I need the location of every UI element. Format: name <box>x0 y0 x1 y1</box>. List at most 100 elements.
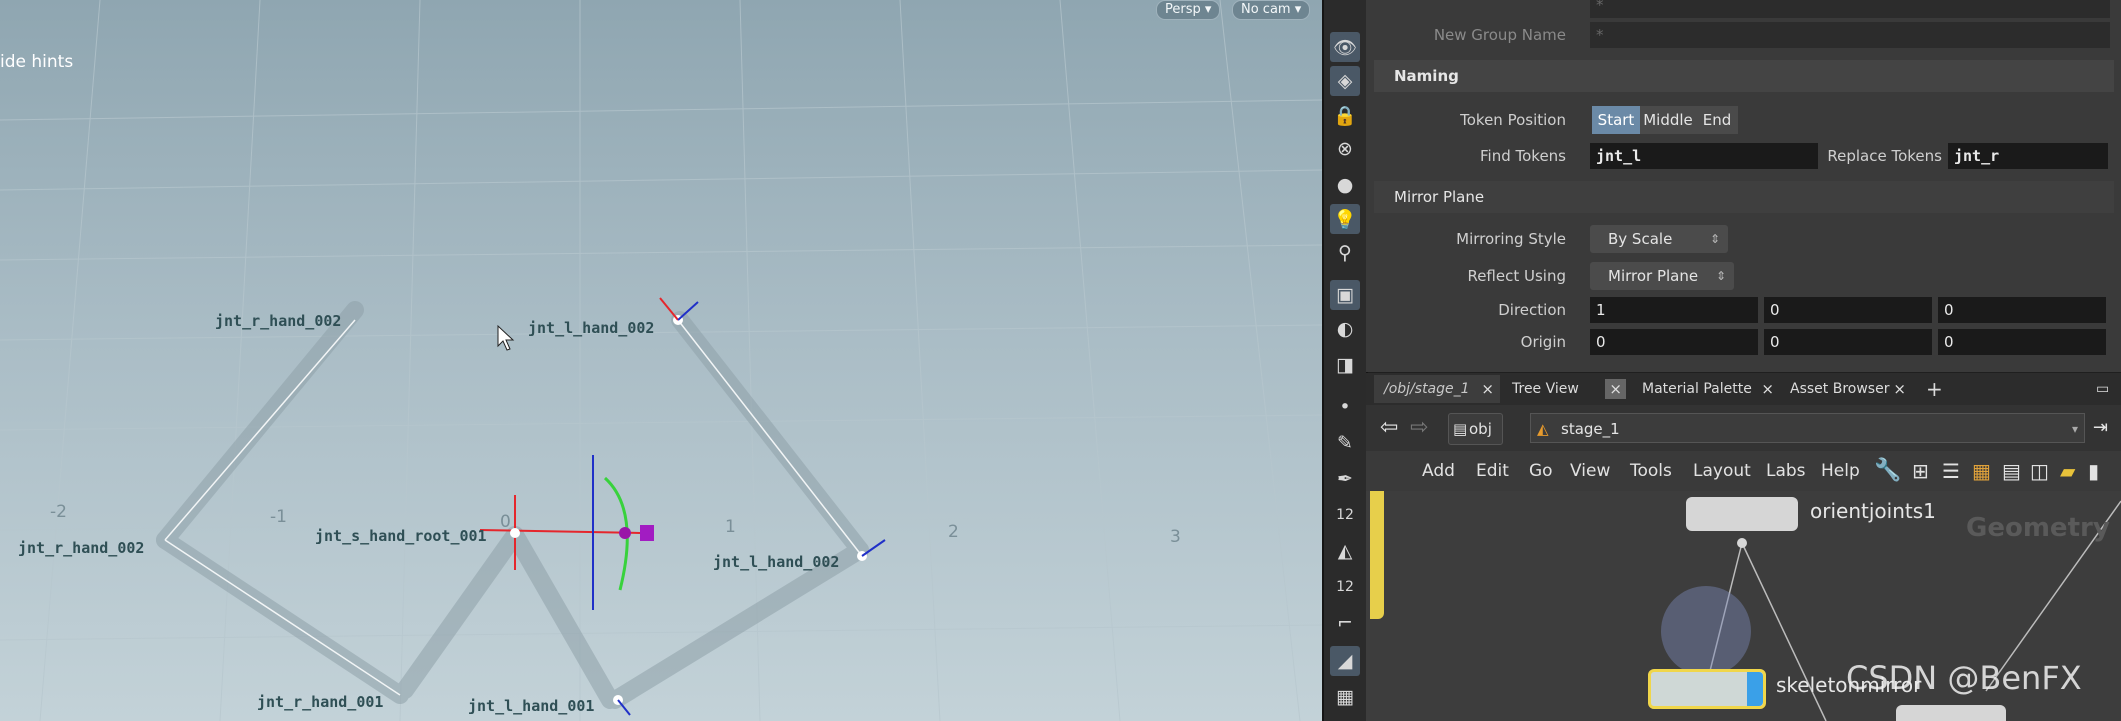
camera-view-icon[interactable]: ◨ <box>1330 350 1360 380</box>
list-icon[interactable]: ☰ <box>1942 451 1960 491</box>
viewport-scene[interactable]: -2 -1 0 1 2 3 jnt_r_hand_002 jnt_l_hand_… <box>0 0 1322 721</box>
rename-group-field[interactable]: * <box>1590 0 2110 18</box>
tab-asset-browser[interactable]: Asset Browser × <box>1780 375 1912 403</box>
sphere-icon[interactable]: ● <box>1330 170 1360 200</box>
tree-icon[interactable]: ⊞ <box>1912 451 1929 491</box>
light-icon[interactable]: 💡 <box>1330 204 1360 234</box>
display-flag[interactable] <box>1747 672 1763 706</box>
reflect-using-menu[interactable]: Mirror Plane ⇕ <box>1590 262 1734 290</box>
joint-bones <box>156 301 869 709</box>
tab-tree-view[interactable]: Tree View × <box>1502 375 1632 403</box>
origin-z-field[interactable]: 0 <box>1938 329 2106 355</box>
naming-section-header[interactable]: Naming <box>1374 60 2114 92</box>
close-icon[interactable]: × <box>1605 379 1626 399</box>
dot-icon[interactable]: • <box>1330 392 1360 422</box>
mirroring-style-menu[interactable]: By Scale ⇕ <box>1590 225 1728 253</box>
checker-icon[interactable]: ▦ <box>1330 682 1360 712</box>
new-group-name-label: New Group Name <box>1433 26 1566 44</box>
more-icon[interactable]: ▮ <box>2088 451 2099 491</box>
sticky-note-icon[interactable]: ▰ <box>2060 451 2075 491</box>
display-icon[interactable]: ▣ <box>1330 280 1360 310</box>
replace-tokens-input[interactable]: jnt_r <box>1948 143 2108 169</box>
mirror-plane-section-header[interactable]: Mirror Plane <box>1374 181 2114 213</box>
pen-icon[interactable]: ✒ <box>1330 464 1360 494</box>
menu-edit[interactable]: Edit <box>1476 451 1509 491</box>
menu-labs[interactable]: Labs <box>1766 451 1806 491</box>
reflect-using-label: Reflect Using <box>1467 267 1566 285</box>
origin-y-field[interactable]: 0 <box>1764 329 1932 355</box>
updown-arrow-icon: ⇕ <box>1709 232 1720 246</box>
joint-label: jnt_l_hand_002 <box>713 553 839 571</box>
back-arrow-icon[interactable]: ⇦ <box>1380 413 1398 443</box>
origin-x-field[interactable]: 0 <box>1590 329 1758 355</box>
reflect-using-value: Mirror Plane <box>1608 267 1699 285</box>
eye-icon[interactable]: 👁 <box>1330 32 1360 62</box>
token-end-button[interactable]: End <box>1696 106 1738 134</box>
camera-select-button[interactable]: No cam ▾ <box>1232 0 1311 20</box>
token-middle-button[interactable]: Middle <box>1640 106 1696 134</box>
find-tokens-label: Find Tokens <box>1480 147 1566 165</box>
camera-icon[interactable]: ◈ <box>1330 66 1360 96</box>
menu-tools[interactable]: Tools <box>1630 451 1672 491</box>
direction-y-field[interactable]: 0 <box>1764 297 1932 323</box>
replace-tokens-label: Replace Tokens <box>1827 147 1942 165</box>
chevron-down-icon: ▾ <box>2071 422 2078 436</box>
menu-go[interactable]: Go <box>1529 451 1553 491</box>
node-partial[interactable] <box>1896 705 2006 721</box>
node-orientjoints1[interactable] <box>1686 497 1798 531</box>
joint-label: jnt_r_hand_002 <box>215 312 341 330</box>
camera-persp-button[interactable]: Persp ▾ <box>1156 0 1221 20</box>
network-menu-bar: Add Edit Go View Tools Layout Labs Help … <box>1366 451 2121 491</box>
close-icon[interactable]: × <box>1761 375 1774 403</box>
node-label: orientjoints1 <box>1810 499 1936 523</box>
viewport-3d[interactable]: -2 -1 0 1 2 3 jnt_r_hand_002 jnt_l_hand_… <box>0 0 1322 721</box>
menu-help[interactable]: Help <box>1821 451 1860 491</box>
path-current-dropdown[interactable]: ◭ stage_1 ▾ <box>1530 413 2085 443</box>
wrench-icon[interactable]: 🔧 <box>1874 451 1901 491</box>
grid-icon[interactable]: ▤ <box>2002 451 2021 491</box>
mouse-cursor <box>497 324 515 351</box>
node-skeletonmirror[interactable] <box>1648 669 1766 709</box>
direction-label: Direction <box>1498 301 1566 319</box>
token-start-button[interactable]: Start <box>1592 106 1640 134</box>
context-label: Geometry <box>1966 513 2110 543</box>
pin-icon[interactable]: ⇥ <box>2093 413 2108 443</box>
menu-layout[interactable]: Layout <box>1693 451 1751 491</box>
close-icon[interactable]: × <box>1893 375 1906 403</box>
direction-z-field[interactable]: 0 <box>1938 297 2106 323</box>
point-light-icon[interactable]: ⚲ <box>1330 238 1360 268</box>
tab-material-palette[interactable]: Material Palette × <box>1632 375 1780 403</box>
tab-label: Asset Browser <box>1790 381 1890 397</box>
add-tab-button[interactable]: + <box>1916 375 1944 403</box>
eraser-icon[interactable]: ◭ <box>1330 536 1360 566</box>
find-tokens-input[interactable]: jnt_l <box>1590 143 1818 169</box>
axis-number-0: 0 <box>500 512 511 532</box>
menu-view[interactable]: View <box>1570 451 1610 491</box>
palette-icon[interactable]: ▦ <box>1972 451 1991 491</box>
camera-persp-label: Persp <box>1165 2 1201 17</box>
close-icon[interactable]: × <box>1481 375 1494 403</box>
number-12-icon[interactable]: 12 <box>1330 500 1360 530</box>
forward-arrow-icon[interactable]: ⇨ <box>1410 413 1428 443</box>
tab-label: /obj/stage_1 <box>1384 381 1470 397</box>
menu-add[interactable]: Add <box>1422 451 1455 491</box>
new-group-name-field[interactable]: * <box>1590 22 2110 48</box>
angle-icon[interactable]: ⌐ <box>1330 608 1360 638</box>
network-editor[interactable]: orientjoints1 Geometry skeletonmirror CS… <box>1366 491 2121 721</box>
number-12b-icon[interactable]: 12 <box>1330 572 1360 602</box>
geometry-object-icon: ◭ <box>1537 420 1549 438</box>
visibility-icon[interactable]: ◐ <box>1330 314 1360 344</box>
joint-label: jnt_r_hand_002 <box>18 539 144 557</box>
path-root-button[interactable]: ▤ obj <box>1448 413 1503 445</box>
lock-icon[interactable]: 🔒 <box>1330 100 1360 130</box>
viewport-toolbar: 👁 ◈ 🔒 ⊗ ● 💡 ⚲ ▣ ◐ ◨ • ✎ ✒ 12 ◭ 12 ⌐ ◢ ▦ <box>1322 0 1368 721</box>
layout-icon[interactable]: ◫ <box>2030 451 2049 491</box>
shape-icon[interactable]: ◢ <box>1330 646 1360 676</box>
direction-x-field[interactable]: 1 <box>1590 297 1758 323</box>
tab-network-stage[interactable]: /obj/stage_1 × <box>1374 375 1500 403</box>
pane-menu-icon[interactable]: ▭ <box>2086 375 2114 403</box>
brush-icon[interactable]: ✎ <box>1330 428 1360 458</box>
ground-grid <box>0 0 1322 721</box>
snap-icon[interactable]: ⊗ <box>1330 134 1360 164</box>
joint-label: jnt_r_hand_001 <box>257 693 383 711</box>
